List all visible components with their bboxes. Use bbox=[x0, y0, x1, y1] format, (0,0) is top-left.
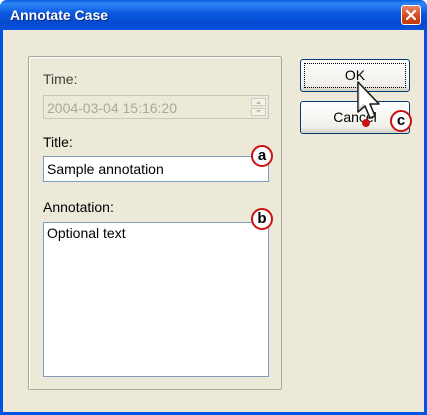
spin-buttons bbox=[251, 98, 266, 116]
ok-button[interactable]: OK bbox=[300, 59, 410, 92]
time-label: Time: bbox=[43, 71, 78, 87]
spin-up-icon bbox=[256, 101, 261, 104]
spin-down-icon bbox=[256, 110, 261, 113]
spin-down-button[interactable] bbox=[251, 108, 266, 116]
title-value: Sample annotation bbox=[47, 161, 164, 177]
annotation-label: Annotation: bbox=[43, 199, 114, 215]
title-bar[interactable]: Annotate Case bbox=[0, 0, 427, 30]
annotation-field[interactable]: Optional text bbox=[43, 222, 269, 377]
title-field[interactable]: Sample annotation bbox=[43, 156, 269, 182]
callout-b: b bbox=[251, 208, 273, 230]
close-button[interactable] bbox=[401, 5, 421, 25]
callout-a: a bbox=[251, 145, 273, 167]
click-indicator bbox=[362, 119, 370, 127]
callout-c: c bbox=[390, 110, 412, 132]
time-value: 2004-03-04 15:16:20 bbox=[47, 100, 177, 116]
close-icon bbox=[406, 10, 416, 20]
time-spinner: 2004-03-04 15:16:20 bbox=[43, 95, 269, 119]
ok-button-label: OK bbox=[344, 67, 366, 83]
annotation-value: Optional text bbox=[47, 225, 126, 241]
title-label: Title: bbox=[43, 134, 73, 150]
mouse-pointer-icon bbox=[357, 81, 380, 127]
window-title: Annotate Case bbox=[10, 7, 109, 23]
spin-up-button[interactable] bbox=[251, 98, 266, 106]
